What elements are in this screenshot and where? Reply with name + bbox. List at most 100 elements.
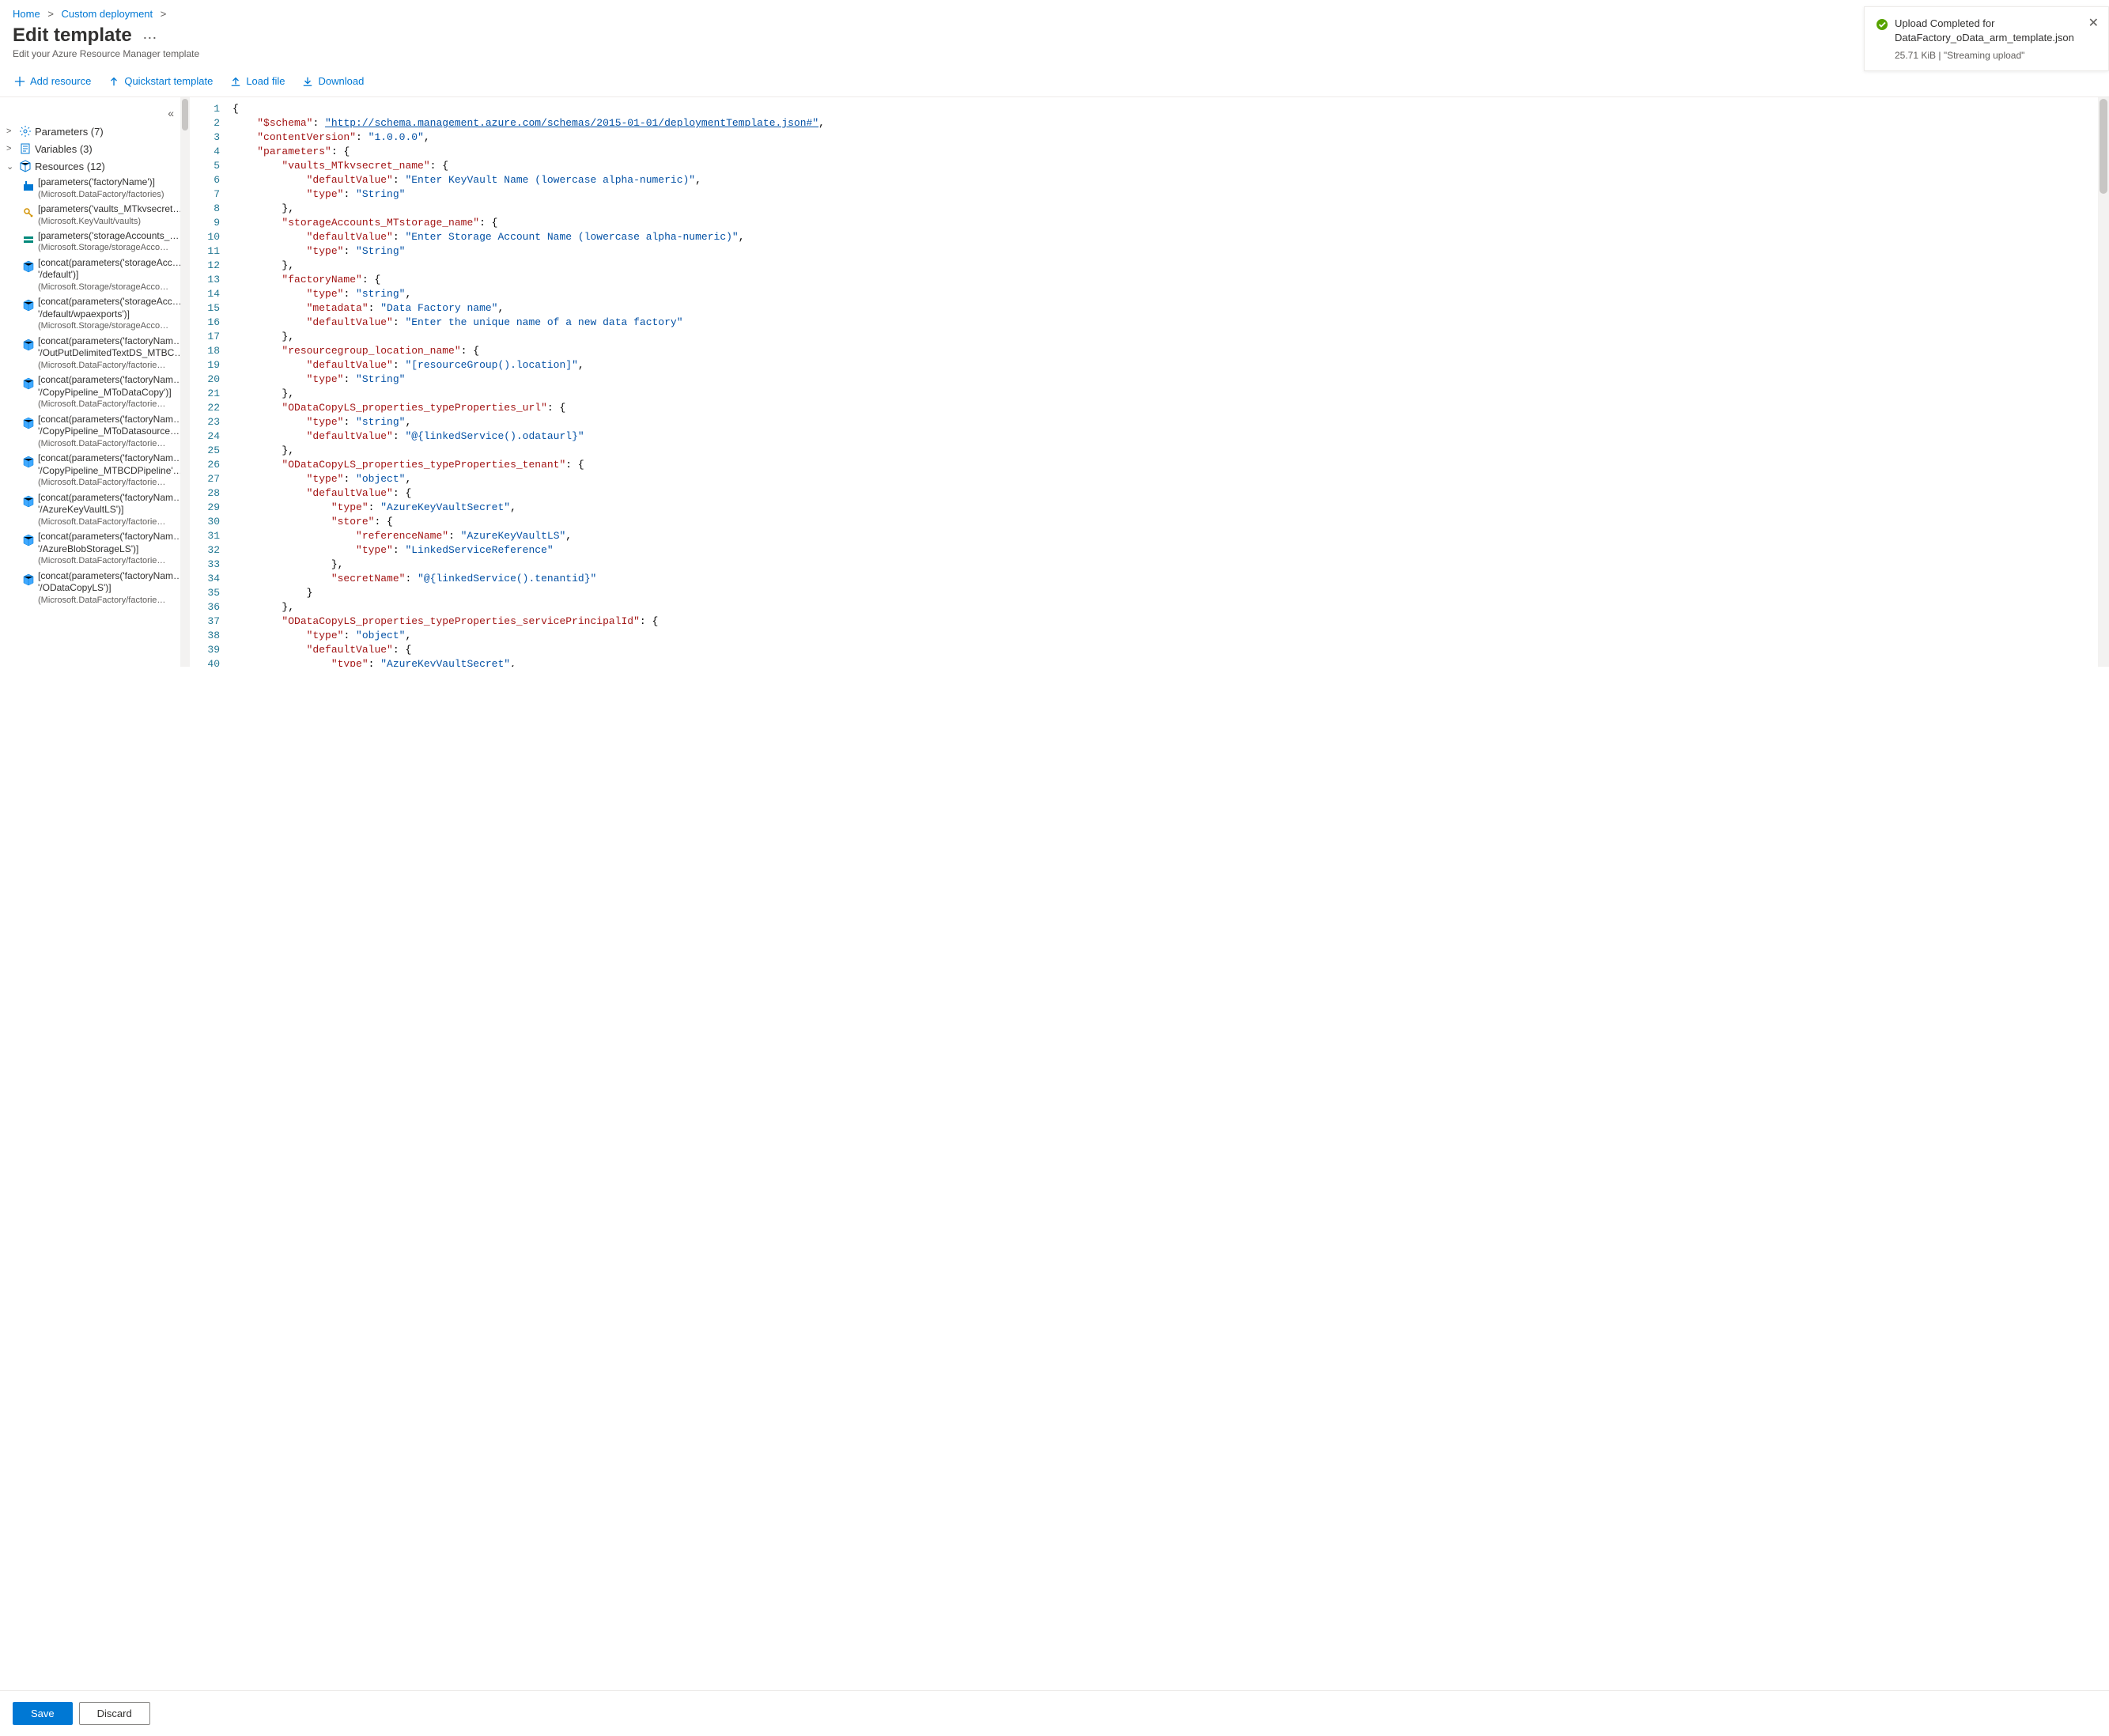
discard-button[interactable]: Discard — [79, 1702, 150, 1725]
collapse-sidebar-icon[interactable]: « — [0, 104, 180, 123]
cube-icon — [22, 417, 35, 429]
sidebar-scrollbar[interactable] — [180, 97, 190, 667]
editor-scrollbar[interactable] — [2098, 97, 2109, 667]
close-icon[interactable]: ✕ — [2088, 15, 2099, 31]
tree-item[interactable]: [concat(parameters('factoryNam…'/CopyPip… — [0, 451, 180, 490]
cube-icon — [22, 299, 35, 312]
tree-item-type: (Microsoft.DataFactory/factorie… — [38, 399, 174, 410]
cube-icon — [22, 495, 35, 508]
tree-item-path: '/ODataCopyLS')] — [38, 582, 174, 595]
tree-item-title: [concat(parameters('factoryNam… — [38, 335, 174, 348]
keyvault-icon — [22, 206, 35, 219]
breadcrumb-home[interactable]: Home — [13, 8, 40, 20]
tree-item[interactable]: [concat(parameters('factoryNam…'/ODataCo… — [0, 569, 180, 607]
chevron-right-icon: > — [6, 127, 16, 136]
breadcrumb-sep: > — [161, 8, 167, 20]
tree-item[interactable]: [parameters('storageAccounts_…(Microsoft… — [0, 229, 180, 255]
tree-item-title: [parameters('factoryName')] — [38, 176, 174, 189]
arrow-up-icon — [108, 76, 119, 87]
resource-tree-sidebar: « > Parameters (7) > Variables (3) ⌄ — [0, 97, 190, 667]
document-icon — [19, 142, 32, 155]
download-button[interactable]: Download — [300, 72, 365, 90]
tree-item-title: [concat(parameters('factoryNam… — [38, 452, 174, 465]
cube-icon — [22, 339, 35, 351]
tree-item-type: (Microsoft.KeyVault/vaults) — [38, 216, 174, 227]
tree-item-type: (Microsoft.Storage/storageAcco… — [38, 282, 174, 293]
tree-item-path: '/CopyPipeline_MTBCDPipeline'… — [38, 465, 174, 478]
cube-icon — [22, 573, 35, 586]
chevron-right-icon: > — [6, 144, 16, 153]
tree-item-title: [parameters('storageAccounts_… — [38, 230, 174, 243]
tree-item-title: [parameters('vaults_MTkvsecret… — [38, 203, 174, 216]
breadcrumb: Home > Custom deployment > — [0, 0, 2109, 23]
tree-item-path: '/OutPutDelimitedTextDS_MTBC… — [38, 347, 174, 360]
tree-item-title: [concat(parameters('storageAcc… — [38, 296, 174, 308]
tree-item[interactable]: [parameters('factoryName')](Microsoft.Da… — [0, 175, 180, 202]
sidebar-scrollbar-thumb[interactable] — [182, 99, 188, 130]
tree-item-type: (Microsoft.DataFactory/factorie… — [38, 516, 174, 528]
factory-icon — [22, 180, 35, 192]
save-button[interactable]: Save — [13, 1702, 73, 1725]
tree-item[interactable]: [concat(parameters('factoryNam…'/AzureBl… — [0, 529, 180, 568]
tree-item-title: [concat(parameters('factoryNam… — [38, 492, 174, 505]
tree-item-type: (Microsoft.DataFactory/factories) — [38, 189, 174, 200]
load-file-button[interactable]: Load file — [229, 72, 286, 90]
quickstart-template-button[interactable]: Quickstart template — [107, 72, 214, 90]
tree-item-title: [concat(parameters('factoryNam… — [38, 374, 174, 387]
upload-notification: ✕ Upload Completed for DataFactory_oData… — [1864, 6, 2109, 71]
chevron-down-icon: ⌄ — [6, 161, 16, 172]
tree-item[interactable]: [concat(parameters('storageAcc…'/default… — [0, 294, 180, 333]
tree-variables-label: Variables (3) — [35, 143, 93, 155]
tree-item-type: (Microsoft.DataFactory/factorie… — [38, 595, 174, 606]
tree-item-type: (Microsoft.DataFactory/factorie… — [38, 477, 174, 488]
tree-item-title: [concat(parameters('factoryNam… — [38, 531, 174, 543]
gear-icon — [19, 125, 32, 138]
tree-item-type: (Microsoft.DataFactory/factorie… — [38, 438, 174, 449]
breadcrumb-custom-deployment[interactable]: Custom deployment — [62, 8, 153, 20]
editor-scrollbar-thumb[interactable] — [2100, 99, 2107, 194]
quickstart-label: Quickstart template — [124, 75, 213, 87]
tree-item[interactable]: [concat(parameters('storageAcc…'/default… — [0, 255, 180, 294]
editor-code[interactable]: { "$schema": "http://schema.management.a… — [229, 97, 2098, 667]
load-file-label: Load file — [246, 75, 285, 87]
tree-item[interactable]: [concat(parameters('factoryNam…'/AzureKe… — [0, 490, 180, 529]
tree-item-type: (Microsoft.Storage/storageAcco… — [38, 320, 174, 331]
cube-icon — [22, 456, 35, 468]
success-check-icon — [1876, 18, 1888, 31]
tree-item-path: '/CopyPipeline_MToDataCopy')] — [38, 387, 174, 399]
code-editor[interactable]: 1234567891011121314151617181920212223242… — [190, 97, 2109, 667]
tree-item-title: [concat(parameters('storageAcc… — [38, 257, 174, 270]
toolbar: Add resource Quickstart template Load fi… — [0, 66, 2109, 97]
tree-item-path: '/default')] — [38, 269, 174, 282]
plus-icon — [14, 76, 25, 87]
notification-subtitle: 25.71 KiB | "Streaming upload" — [1895, 50, 2097, 61]
tree-item-path: '/AzureKeyVaultLS')] — [38, 504, 174, 516]
notification-title: Upload Completed for DataFactory_oData_a… — [1895, 17, 2097, 45]
tree-item[interactable]: [concat(parameters('factoryNam…'/CopyPip… — [0, 373, 180, 411]
add-resource-label: Add resource — [30, 75, 91, 87]
tree-item[interactable]: [concat(parameters('factoryNam…'/OutPutD… — [0, 334, 180, 373]
tree-resources[interactable]: ⌄ Resources (12) — [0, 157, 180, 175]
more-menu-icon[interactable]: ⋯ — [142, 30, 157, 46]
cube-icon — [22, 377, 35, 390]
tree-item[interactable]: [parameters('vaults_MTkvsecret…(Microsof… — [0, 202, 180, 229]
tree-item-type: (Microsoft.Storage/storageAcco… — [38, 242, 174, 253]
tree-variables[interactable]: > Variables (3) — [0, 140, 180, 157]
breadcrumb-sep: > — [47, 8, 54, 20]
storage-icon — [22, 233, 35, 246]
page-subtitle: Edit your Azure Resource Manager templat… — [13, 48, 2096, 59]
tree-resources-label: Resources (12) — [35, 161, 105, 172]
tree-item-path: '/default/wpaexports')] — [38, 308, 174, 321]
editor-gutter: 1234567891011121314151617181920212223242… — [190, 97, 229, 667]
tree-item-title: [concat(parameters('factoryNam… — [38, 570, 174, 583]
tree-item-type: (Microsoft.DataFactory/factorie… — [38, 360, 174, 371]
tree-item[interactable]: [concat(parameters('factoryNam…'/CopyPip… — [0, 412, 180, 451]
tree-parameters[interactable]: > Parameters (7) — [0, 123, 180, 140]
add-resource-button[interactable]: Add resource — [13, 72, 93, 90]
tree-item-title: [concat(parameters('factoryNam… — [38, 414, 174, 426]
download-label: Download — [318, 75, 364, 87]
tree-item-type: (Microsoft.DataFactory/factorie… — [38, 555, 174, 566]
tree-parameters-label: Parameters (7) — [35, 126, 104, 138]
footer: Save Discard — [0, 1690, 2109, 1736]
tree-item-path: '/AzureBlobStorageLS')] — [38, 543, 174, 556]
